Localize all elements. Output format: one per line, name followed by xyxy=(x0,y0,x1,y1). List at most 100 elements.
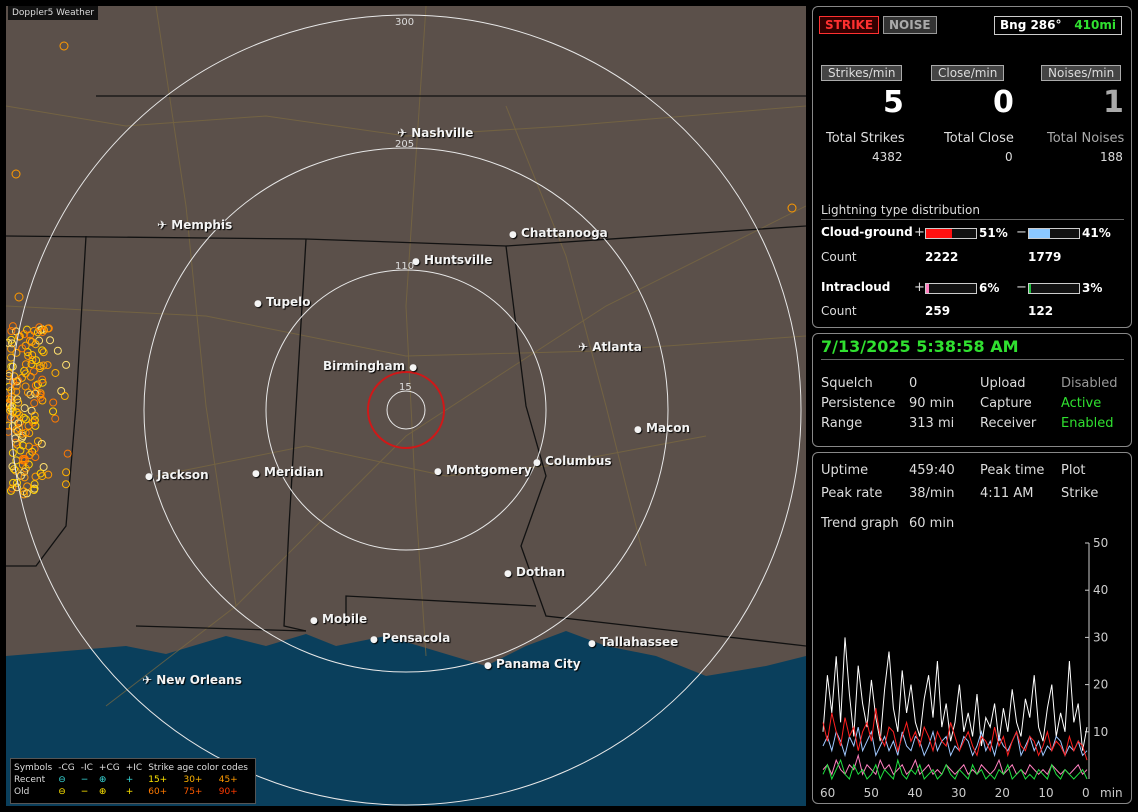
age-90: 90+ xyxy=(218,787,238,797)
peak-rate-label: Peak rate xyxy=(821,486,883,501)
plot-value[interactable]: Strike xyxy=(1061,486,1098,501)
ic-minus-sign: − xyxy=(1016,280,1027,295)
noises-per-min-value: 1 xyxy=(1103,85,1124,120)
city-columbus: ● Columbus xyxy=(533,454,612,468)
ic-pos-count: 259 xyxy=(925,304,951,318)
airport-icon: ✈ xyxy=(397,126,408,140)
strike-marker xyxy=(39,463,48,472)
ic-neg-recent-icon: − xyxy=(80,775,89,785)
city-label: Huntsville xyxy=(424,253,493,267)
city-dot-icon: ● xyxy=(252,469,260,479)
total-noises-value: 188 xyxy=(1100,150,1123,164)
cg-pos-old-icon: ⊕ xyxy=(98,787,107,797)
city-birmingham: Birmingham ● xyxy=(323,359,417,373)
strike-marker xyxy=(49,407,58,416)
cg-label: Cloud-ground xyxy=(821,225,913,239)
range-label: Range xyxy=(821,416,863,431)
receiver-label: Receiver xyxy=(980,416,1037,431)
cg-pos-count: 2222 xyxy=(925,250,959,264)
city-dot-icon: ● xyxy=(588,639,596,649)
bearing-display: Bng 286° 410mi xyxy=(994,16,1122,35)
y-tick-label: 10 xyxy=(1093,725,1108,739)
distribution-title: Lightning type distribution xyxy=(821,203,980,217)
ic-pos-recent-icon: + xyxy=(125,775,134,785)
legend-recent: Recent xyxy=(14,775,46,785)
city-dot-icon: ● xyxy=(509,230,517,240)
x-tick-label: 50 xyxy=(864,786,879,800)
city-label: Panama City xyxy=(496,657,581,671)
receiver-value: Enabled xyxy=(1061,416,1114,431)
upload-value: Disabled xyxy=(1061,376,1118,391)
cg-pos-bar-fill xyxy=(926,229,952,238)
city-dot-icon: ● xyxy=(370,635,378,645)
strike-button[interactable]: STRIKE xyxy=(819,16,880,34)
ic-neg-count: 122 xyxy=(1028,304,1054,318)
age-45: 45+ xyxy=(218,775,238,785)
strikes-per-min-header: Strikes/min xyxy=(821,65,903,81)
persistence-value: 90 min xyxy=(909,396,955,411)
trend-window-value: 60 min xyxy=(909,516,955,531)
strike-marker xyxy=(53,346,62,355)
datetime: 7/13/2025 5:38:58 AM xyxy=(821,337,1019,356)
airport-icon: ✈ xyxy=(142,673,153,687)
legend-old: Old xyxy=(14,787,30,797)
strike-marker xyxy=(38,346,47,355)
city-tallahassee: ● Tallahassee xyxy=(588,635,678,649)
city-jackson: ● Jackson xyxy=(145,468,209,482)
strike-marker xyxy=(11,169,21,179)
legend-ic-pos: +IC xyxy=(125,763,143,773)
ring-label-300: 300 xyxy=(395,17,415,28)
noise-button[interactable]: NOISE xyxy=(883,16,937,34)
x-tick-label: 0 xyxy=(1082,786,1090,800)
age-30: 30+ xyxy=(183,775,203,785)
cg-pos-bar xyxy=(925,228,977,239)
strike-marker xyxy=(63,449,72,458)
settings-panel: 7/13/2025 5:38:58 AM Squelch 0 Upload Di… xyxy=(812,333,1132,447)
cg-neg-bar-fill xyxy=(1029,229,1050,238)
city-meridian: ● Meridian xyxy=(252,465,324,479)
trend-graph: 50 40 30 20 10 60 50 40 30 20 10 0 min xyxy=(820,536,1123,800)
ring-label-15: 15 xyxy=(399,382,412,393)
capture-value: Active xyxy=(1061,396,1102,411)
city-panama-city: ● Panama City xyxy=(484,657,581,671)
trend-graph-label: Trend graph xyxy=(821,516,899,531)
x-axis-unit: min xyxy=(1100,786,1123,800)
x-tick-label: 20 xyxy=(995,786,1010,800)
city-label: Birmingham xyxy=(323,359,406,373)
legend-ic-neg: -IC xyxy=(80,763,93,773)
uptime-value: 459:40 xyxy=(909,463,955,478)
total-strikes-value: 4382 xyxy=(872,150,903,164)
ring-label-205: 205 xyxy=(395,139,415,150)
squelch-label: Squelch xyxy=(821,376,873,391)
ic-count-label: Count xyxy=(821,304,857,318)
total-close-value: 0 xyxy=(1005,150,1013,164)
close-per-min-header: Close/min xyxy=(931,65,1005,81)
city-label: Jackson xyxy=(157,468,209,482)
city-label: Dothan xyxy=(516,565,566,579)
map-view[interactable]: Doppler5 Weather 300 205 110 15 ✈ Nashvi… xyxy=(6,6,806,806)
city-dot-icon: ● xyxy=(434,467,442,477)
cg-neg-pct: 41% xyxy=(1082,226,1111,240)
ic-neg-old-icon: − xyxy=(80,787,89,797)
peak-time-value: 4:11 AM xyxy=(980,486,1034,501)
strike-marker xyxy=(20,404,29,413)
noises-per-min-header: Noises/min xyxy=(1041,65,1122,81)
cg-neg-old-icon: ⊖ xyxy=(58,787,66,797)
city-memphis: ✈ Memphis xyxy=(157,218,232,232)
city-dot-icon: ● xyxy=(409,363,418,373)
capture-label: Capture xyxy=(980,396,1032,411)
trend-series-4 xyxy=(822,758,1088,781)
city-pensacola: ● Pensacola xyxy=(370,631,450,645)
city-label: Tupelo xyxy=(266,295,311,309)
total-strikes-label: Total Strikes xyxy=(826,131,905,146)
city-tupelo: ● Tupelo xyxy=(254,295,311,309)
city-label: Meridian xyxy=(264,465,324,479)
strike-marker xyxy=(8,322,17,331)
map-legend: Symbols -CG -IC +CG +IC Strike age color… xyxy=(10,758,256,804)
strike-marker xyxy=(14,292,24,302)
strike-marker xyxy=(26,372,35,381)
city-label: Memphis xyxy=(171,218,233,232)
ic-neg-pct: 3% xyxy=(1082,281,1103,295)
city-label: Mobile xyxy=(322,612,368,626)
city-montgomery: ● Montgomery xyxy=(434,463,532,477)
